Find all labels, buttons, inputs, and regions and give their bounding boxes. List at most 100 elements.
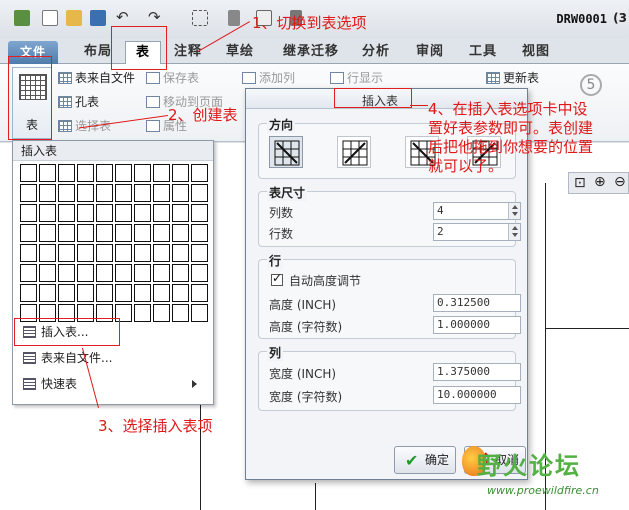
grid-cell[interactable]	[172, 284, 189, 302]
zoom-fit-icon[interactable]: ⊡	[574, 175, 586, 191]
grid-cell[interactable]	[134, 244, 151, 262]
grid-cell[interactable]	[77, 204, 94, 222]
tab-sketch[interactable]: 草绘	[222, 41, 258, 64]
grid-cell[interactable]	[20, 184, 37, 202]
open-folder-icon[interactable]	[66, 10, 82, 26]
tab-view[interactable]: 视图	[518, 41, 554, 64]
width-inch-field[interactable]: 1.375000	[433, 363, 521, 381]
grid-cell[interactable]	[134, 264, 151, 282]
grid-cell[interactable]	[39, 184, 56, 202]
grid-cell[interactable]	[58, 224, 75, 242]
menu-item-table-from-file[interactable]: 表来自文件...	[17, 347, 209, 369]
grid-cell[interactable]	[134, 304, 151, 322]
zoom-in-icon[interactable]: ⊕	[594, 174, 606, 190]
grid-cell[interactable]	[58, 184, 75, 202]
grid-cell[interactable]	[134, 284, 151, 302]
grid-cell[interactable]	[172, 304, 189, 322]
grid-cell[interactable]	[39, 264, 56, 282]
grid-cell[interactable]	[58, 244, 75, 262]
grid-cell[interactable]	[77, 184, 94, 202]
grid-cell[interactable]	[191, 184, 208, 202]
grid-cell[interactable]	[96, 164, 113, 182]
grid-cell[interactable]	[153, 224, 170, 242]
grid-cell[interactable]	[172, 244, 189, 262]
grid-cell[interactable]	[39, 224, 56, 242]
update-table-button[interactable]: 更新表	[486, 69, 539, 87]
save-icon[interactable]	[90, 10, 106, 26]
select-box-icon[interactable]	[192, 10, 208, 26]
grid-cell[interactable]	[191, 264, 208, 282]
save-table-button[interactable]: 保存表	[146, 69, 199, 87]
grid-cell[interactable]	[20, 224, 37, 242]
grid-cell[interactable]	[77, 224, 94, 242]
regenerate-icon[interactable]	[228, 10, 240, 26]
grid-cell[interactable]	[96, 224, 113, 242]
undo-icon[interactable]: ↶	[116, 10, 136, 26]
grid-cell[interactable]	[134, 184, 151, 202]
auto-height-checkbox[interactable]	[271, 271, 283, 286]
grid-cell[interactable]	[77, 284, 94, 302]
new-file-icon[interactable]	[42, 10, 58, 26]
grid-cell[interactable]	[115, 184, 132, 202]
menu-item-quick-table[interactable]: 快速表	[17, 373, 209, 395]
grid-cell[interactable]	[115, 164, 132, 182]
grid-cell[interactable]	[39, 244, 56, 262]
grid-cell[interactable]	[172, 164, 189, 182]
columns-stepper[interactable]: 4	[433, 202, 521, 220]
grid-cell[interactable]	[39, 164, 56, 182]
grid-cell[interactable]	[20, 244, 37, 262]
grid-cell[interactable]	[77, 244, 94, 262]
grid-cell[interactable]	[134, 164, 151, 182]
grid-cell[interactable]	[96, 284, 113, 302]
grid-cell[interactable]	[115, 284, 132, 302]
grid-cell[interactable]	[191, 244, 208, 262]
grid-cell[interactable]	[115, 204, 132, 222]
grid-cell[interactable]	[134, 204, 151, 222]
grid-cell[interactable]	[58, 284, 75, 302]
grid-cell[interactable]	[39, 204, 56, 222]
table-size-grid[interactable]	[19, 163, 209, 323]
grid-cell[interactable]	[191, 164, 208, 182]
grid-cell[interactable]	[77, 264, 94, 282]
grid-cell[interactable]	[115, 264, 132, 282]
grid-cell[interactable]	[58, 204, 75, 222]
direction-up-right-button[interactable]	[337, 136, 371, 168]
grid-cell[interactable]	[96, 244, 113, 262]
row-display-button[interactable]: 行显示	[330, 69, 383, 87]
height-inch-field[interactable]: 0.312500	[433, 294, 521, 312]
grid-cell[interactable]	[191, 204, 208, 222]
grid-cell[interactable]	[153, 164, 170, 182]
grid-cell[interactable]	[191, 224, 208, 242]
grid-cell[interactable]	[172, 204, 189, 222]
grid-cell[interactable]	[96, 264, 113, 282]
width-chars-field[interactable]: 10.000000	[433, 386, 521, 404]
grid-cell[interactable]	[20, 164, 37, 182]
redo-icon[interactable]: ↷	[148, 10, 168, 26]
grid-cell[interactable]	[96, 204, 113, 222]
tab-legacy-migration[interactable]: 继承迁移	[276, 41, 346, 64]
grid-cell[interactable]	[153, 244, 170, 262]
grid-cell[interactable]	[153, 284, 170, 302]
grid-cell[interactable]	[20, 284, 37, 302]
grid-cell[interactable]	[172, 184, 189, 202]
grid-cell[interactable]	[20, 204, 37, 222]
grid-cell[interactable]	[153, 304, 170, 322]
grid-cell[interactable]	[20, 264, 37, 282]
tab-review[interactable]: 审阅	[412, 41, 448, 64]
grid-cell[interactable]	[172, 264, 189, 282]
grid-cell[interactable]	[115, 224, 132, 242]
height-chars-field[interactable]: 1.000000	[433, 316, 521, 334]
grid-cell[interactable]	[58, 264, 75, 282]
ok-button[interactable]: ✔ 确定	[394, 446, 456, 474]
grid-cell[interactable]	[134, 224, 151, 242]
grid-cell[interactable]	[153, 184, 170, 202]
rows-stepper[interactable]: 2	[433, 223, 521, 241]
add-column-button[interactable]: 添加列	[242, 69, 295, 87]
tab-tools[interactable]: 工具	[465, 41, 501, 64]
grid-cell[interactable]	[191, 304, 208, 322]
grid-cell[interactable]	[153, 264, 170, 282]
direction-down-right-button[interactable]	[269, 136, 303, 168]
grid-cell[interactable]	[153, 204, 170, 222]
zoom-out-icon[interactable]: ⊖	[614, 174, 626, 190]
grid-cell[interactable]	[77, 164, 94, 182]
